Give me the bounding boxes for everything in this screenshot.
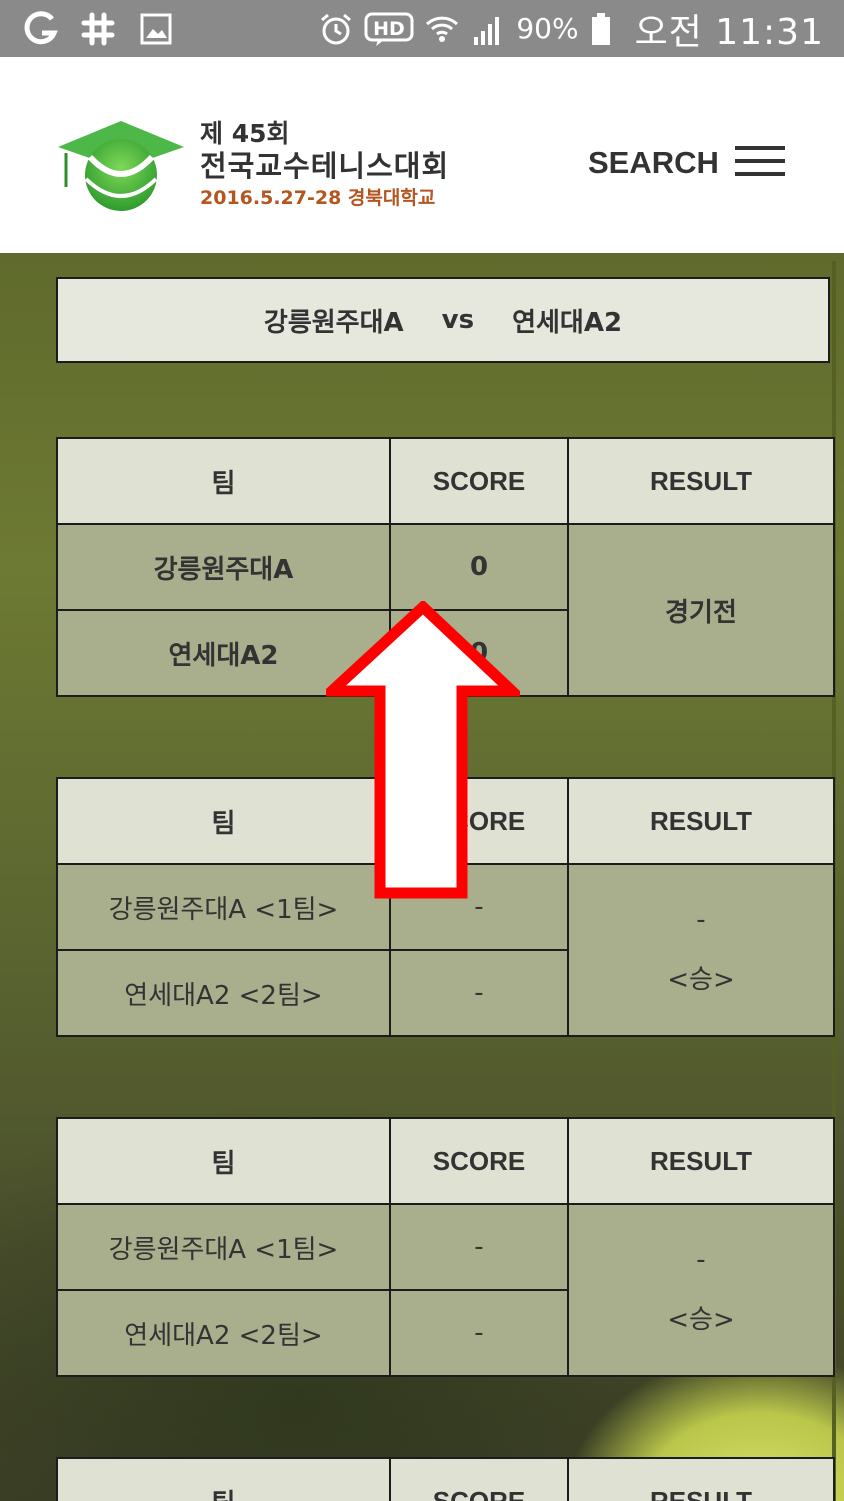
logo-date-venue: 2016.5.27-28 경북대학교 [200,187,436,209]
hamburger-menu-icon[interactable] [734,145,785,181]
score-cell: - [389,1289,569,1377]
main-content[interactable]: 강릉원주대A vs 연세대A2 팀 SCORE RESULT 강릉원주대A 0 … [0,253,844,1501]
result-cell: - <승> [567,1203,835,1377]
logo[interactable]: 제 45회 전국교수테니스대회 2016.5.27-28 경북대학교 [56,117,449,219]
score-cell: - [389,1203,569,1291]
header-score: SCORE [389,1117,569,1205]
score-table-match-3: 팀 SCORE RESULT [56,1457,835,1501]
header-result: RESULT [567,1457,835,1501]
score-cell: 0 [389,523,569,611]
alarm-icon [318,11,354,47]
header-team: 팀 [56,437,391,525]
result-cell: 경기전 [567,523,835,697]
result-winner: <승> [667,1304,735,1335]
header-team: 팀 [56,1117,391,1205]
battery-icon [589,11,613,47]
team-cell: 연세대A2 <2팀> [56,949,391,1037]
g-icon [22,10,58,47]
header-team: 팀 [56,1457,391,1501]
header-score: SCORE [389,1457,569,1501]
result-winner: <승> [667,964,735,995]
logo-edition: 제 45회 [200,119,290,148]
table-row: 강릉원주대A 0 경기전 [56,523,835,697]
graduation-cap-ball-icon [56,117,186,219]
team-b-name: 연세대A2 [512,307,623,338]
team-cell: 연세대A2 <2팀> [56,1289,391,1377]
header-result: RESULT [567,437,835,525]
clock: 오전 11:31 [634,11,824,53]
team-cell: 강릉원주대A <1팀> [56,1203,391,1291]
up-arrow-annotation-icon [326,601,520,899]
result-score: - [696,904,706,935]
table-row: 강릉원주대A <1팀> - - <승> [56,1203,835,1377]
table-header-row: 팀 SCORE RESULT [56,1457,835,1501]
vs-label: vs [441,305,475,335]
score-cell: - [389,949,569,1037]
result-status: 경기전 [665,597,737,628]
table-header-row: 팀 SCORE RESULT [56,1117,835,1205]
team-cell: 강릉원주대A [56,523,391,611]
team-a-name: 강릉원주대A [263,307,404,338]
search-menu-button[interactable]: SEARCH [588,145,785,181]
slack-icon [80,11,116,47]
status-bar: HD 90% 오전 11:31 [0,0,844,57]
wifi-icon [424,11,460,47]
header-result: RESULT [567,777,835,865]
table-header-row: 팀 SCORE RESULT [56,437,835,525]
search-label: SEARCH [588,145,719,180]
result-score: - [696,1244,706,1275]
image-icon [138,11,174,47]
header-score: SCORE [389,437,569,525]
match-title: 강릉원주대A vs 연세대A2 [56,277,830,363]
site-header: 제 45회 전국교수테니스대회 2016.5.27-28 경북대학교 SEARC… [0,57,844,253]
logo-title: 전국교수테니스대회 [200,149,450,183]
svg-text:HD: HD [373,18,405,40]
signal-icon [470,11,506,47]
result-cell: - <승> [567,863,835,1037]
hd-icon: HD [364,11,414,47]
score-table-match-2: 팀 SCORE RESULT 강릉원주대A <1팀> - - <승> 연세대A2… [56,1117,835,1377]
battery-percent: 90% [516,12,579,45]
header-result: RESULT [567,1117,835,1205]
